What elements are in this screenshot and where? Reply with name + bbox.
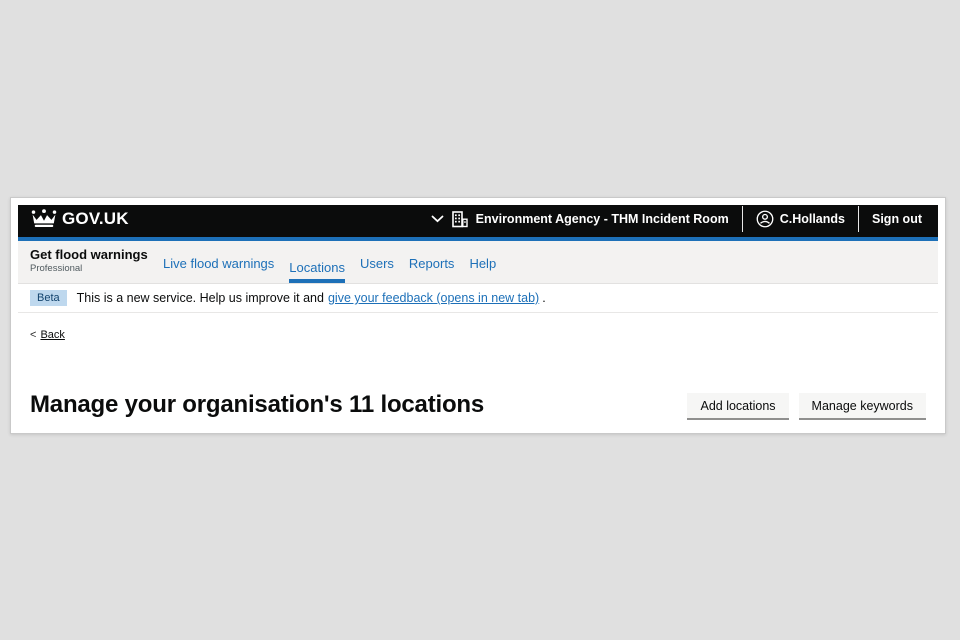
add-locations-button[interactable]: Add locations xyxy=(687,393,788,418)
chevron-down-icon xyxy=(431,215,444,223)
user-account[interactable]: C.Hollands xyxy=(756,210,845,228)
nav-item-locations[interactable]: Locations xyxy=(289,260,345,283)
nav-item-users[interactable]: Users xyxy=(360,256,394,283)
page-actions: Add locations Manage keywords xyxy=(687,393,926,418)
user-name: C.Hollands xyxy=(780,212,845,226)
service-nav-links: Live flood warnings Locations Users Repo… xyxy=(163,241,496,283)
phase-banner-suffix: . xyxy=(542,291,545,305)
manage-keywords-button[interactable]: Manage keywords xyxy=(799,393,926,418)
crown-icon xyxy=(30,209,58,229)
header-divider xyxy=(858,206,859,232)
nav-item-help[interactable]: Help xyxy=(469,256,496,283)
govuk-logo-text: GOV.UK xyxy=(62,209,129,229)
govuk-header: GOV.UK xyxy=(18,205,938,241)
service-title-block: Get flood warnings Professional xyxy=(30,241,163,283)
back-chevron-icon: < xyxy=(30,329,36,342)
service-descriptor: Professional xyxy=(30,263,163,275)
phase-banner-text: This is a new service. Help us improve i… xyxy=(77,291,324,305)
beta-tag: Beta xyxy=(30,290,67,306)
header-divider xyxy=(742,206,743,232)
browser-page-card: GOV.UK xyxy=(10,197,946,434)
phase-banner: Beta This is a new service. Help us impr… xyxy=(18,284,938,313)
nav-item-reports[interactable]: Reports xyxy=(409,256,455,283)
building-icon xyxy=(452,211,468,228)
page-heading-row: Manage your organisation's 11 locations … xyxy=(30,391,926,419)
service-navigation: Get flood warnings Professional Live flo… xyxy=(18,241,938,284)
organisation-name: Environment Agency - THM Incident Room xyxy=(476,212,729,226)
back-link-row: < Back xyxy=(30,329,926,342)
organisation-switcher[interactable]: Environment Agency - THM Incident Room xyxy=(431,211,729,228)
page-title: Manage your organisation's 11 locations xyxy=(30,391,484,419)
back-link[interactable]: < Back xyxy=(30,329,65,342)
service-name: Get flood warnings xyxy=(30,247,163,262)
nav-item-live-flood-warnings[interactable]: Live flood warnings xyxy=(163,256,274,283)
feedback-link[interactable]: give your feedback (opens in new tab) xyxy=(328,291,539,305)
sign-out-link[interactable]: Sign out xyxy=(872,212,922,226)
back-link-label: Back xyxy=(40,329,64,342)
user-icon xyxy=(756,210,774,228)
header-right-group: Environment Agency - THM Incident Room C… xyxy=(431,206,922,232)
govuk-logo-link[interactable]: GOV.UK xyxy=(30,209,129,229)
